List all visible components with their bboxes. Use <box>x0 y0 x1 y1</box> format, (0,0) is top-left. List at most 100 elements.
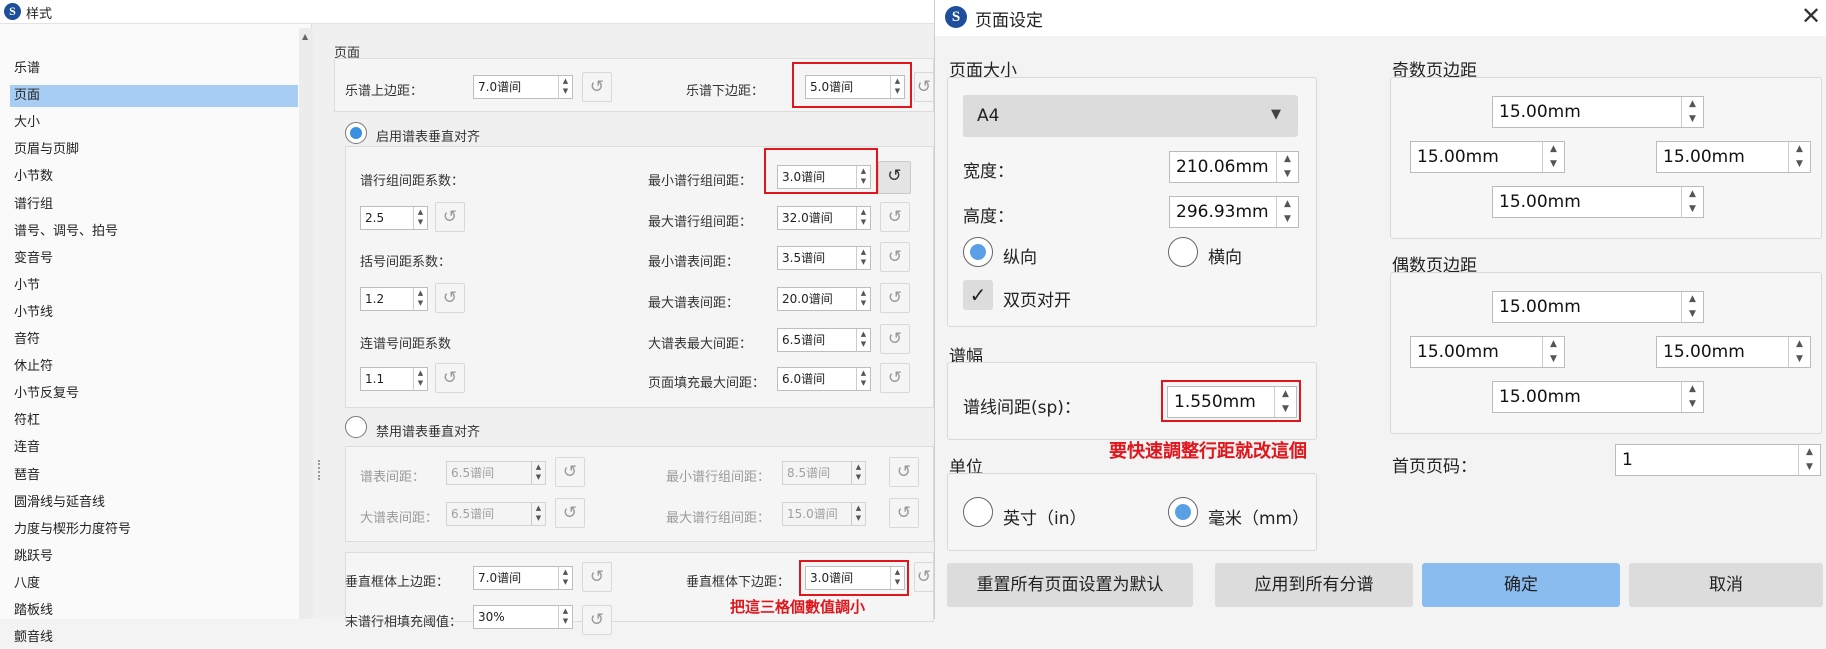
max-sys-dist-spinbox[interactable]: 32.0谱间 ▲ ▼ <box>777 206 871 230</box>
reset-icon[interactable]: ↺ <box>878 161 911 194</box>
sidebar-scrollbar[interactable]: ▲ <box>299 28 313 619</box>
even-top-spinbox[interactable]: 15.00mm ▲ ▼ <box>1492 291 1704 323</box>
spin-arrows-icon[interactable]: ▲ ▼ <box>558 606 572 628</box>
paper-size-select[interactable]: A4 ▼ <box>963 95 1298 137</box>
last-row-spinbox[interactable]: 30% ▲ ▼ <box>473 605 573 629</box>
d-min-sys-spinbox[interactable]: 8.5谱间 ▲ ▼ <box>782 461 866 485</box>
sidebar-item[interactable]: 力度与楔形力度符号 <box>10 519 298 541</box>
spin-arrows-icon[interactable]: ▲ ▼ <box>1681 382 1703 412</box>
spin-arrows-icon[interactable]: ▲ ▼ <box>1542 337 1564 367</box>
scroll-up-icon[interactable]: ▲ <box>302 32 308 41</box>
reset-icon[interactable]: ↺ <box>914 72 934 102</box>
reset-all-button[interactable]: 重置所有页面设置为默认 <box>947 563 1193 607</box>
odd-top-spinbox[interactable]: 15.00mm ▲ ▼ <box>1492 96 1704 128</box>
reset-icon[interactable]: ↺ <box>914 562 934 592</box>
reset-icon[interactable]: ↺ <box>582 562 612 592</box>
top-margin-spinbox[interactable]: 7.0谱间 ▲ ▼ <box>473 75 573 99</box>
reset-icon[interactable]: ↺ <box>880 242 910 272</box>
reset-icon[interactable]: ↺ <box>435 202 465 232</box>
sidebar-item[interactable]: 变音号 <box>10 248 298 270</box>
apply-all-parts-button[interactable]: 应用到所有分谱 <box>1215 563 1413 607</box>
spin-arrows-icon[interactable]: ▲ ▼ <box>531 462 545 484</box>
spin-arrows-icon[interactable]: ▲ ▼ <box>1788 337 1810 367</box>
spin-arrows-icon[interactable]: ▲ ▼ <box>856 207 870 229</box>
spin-arrows-icon[interactable]: ▲ ▼ <box>856 247 870 269</box>
portrait-radio[interactable] <box>963 237 993 267</box>
spin-arrows-icon[interactable]: ▲ ▼ <box>1788 142 1810 172</box>
spin-arrows-icon[interactable]: ▲ ▼ <box>1798 445 1820 475</box>
sys-dist-factor-spinbox[interactable]: 2.5 ▲ ▼ <box>360 206 428 230</box>
sidebar-item[interactable]: 符杠 <box>10 410 298 432</box>
spin-arrows-icon[interactable]: ▲ ▼ <box>558 76 572 98</box>
spin-arrows-icon[interactable]: ▲ ▼ <box>1542 142 1564 172</box>
close-icon[interactable]: ✕ <box>1801 2 1821 30</box>
ok-button[interactable]: 确定 <box>1422 563 1620 607</box>
reset-icon[interactable]: ↺ <box>582 605 612 635</box>
splitter-handle[interactable] <box>318 460 322 480</box>
spin-arrows-icon[interactable]: ▲ ▼ <box>413 207 427 229</box>
spin-arrows-icon[interactable]: ▲ ▼ <box>558 567 572 589</box>
cancel-button[interactable]: 取消 <box>1629 563 1823 607</box>
sidebar-item[interactable]: 大小 <box>10 112 298 134</box>
spin-arrows-icon[interactable]: ▲ ▼ <box>413 288 427 310</box>
sidebar-item[interactable]: 跳跃号 <box>10 546 298 568</box>
sidebar-item[interactable]: 谱行组 <box>10 194 298 216</box>
sidebar-item[interactable]: 谱号、调号、拍号 <box>10 221 298 243</box>
reset-icon[interactable]: ↺ <box>880 283 910 313</box>
spin-arrows-icon[interactable]: ▲ ▼ <box>1276 197 1298 227</box>
even-bottom-spinbox[interactable]: 15.00mm ▲ ▼ <box>1492 381 1704 413</box>
checkmark-icon[interactable]: ✓ <box>963 280 993 310</box>
even-right-spinbox[interactable]: 15.00mm ▲ ▼ <box>1656 336 1811 368</box>
sidebar-item[interactable]: 乐谱 <box>10 58 298 80</box>
max-staff-dist-spinbox[interactable]: 20.0谱间 ▲ ▼ <box>777 287 871 311</box>
sidebar-item[interactable]: 小节 <box>10 275 298 297</box>
spin-arrows-icon[interactable]: ▲ ▼ <box>856 288 870 310</box>
width-spinbox[interactable]: 210.06mm ▲ ▼ <box>1169 151 1299 183</box>
spin-arrows-icon[interactable]: ▲ ▼ <box>1681 97 1703 127</box>
spin-arrows-icon[interactable]: ▲ ▼ <box>856 368 870 390</box>
d-max-sys-spinbox[interactable]: 15.0谱间 ▲ ▼ <box>782 502 866 526</box>
spin-arrows-icon[interactable]: ▲ ▼ <box>851 462 865 484</box>
enable-vjust-radio[interactable] <box>345 122 367 144</box>
mm-radio[interactable] <box>1168 497 1198 527</box>
sidebar-item[interactable]: 圆滑线与延音线 <box>10 492 298 514</box>
sidebar-item[interactable]: 小节反复号 <box>10 383 298 405</box>
sidebar-item[interactable]: 连音 <box>10 437 298 459</box>
sidebar-item[interactable]: 颤音线 <box>10 627 298 649</box>
spin-arrows-icon[interactable]: ▲ ▼ <box>856 329 870 351</box>
sidebar-item[interactable]: 休止符 <box>10 356 298 378</box>
sidebar-item[interactable]: 八度 <box>10 573 298 595</box>
reset-icon[interactable]: ↺ <box>435 363 465 393</box>
even-left-spinbox[interactable]: 15.00mm ▲ ▼ <box>1410 336 1565 368</box>
max-brace-dist-spinbox[interactable]: 6.5谱间 ▲ ▼ <box>777 328 871 352</box>
reset-icon[interactable]: ↺ <box>880 202 910 232</box>
spin-arrows-icon[interactable]: ▲ ▼ <box>851 503 865 525</box>
reset-icon[interactable]: ↺ <box>555 498 585 528</box>
inch-radio[interactable] <box>963 497 993 527</box>
brace-factor-spinbox[interactable]: 1.1 ▲ ▼ <box>360 367 428 391</box>
bracket-factor-spinbox[interactable]: 1.2 ▲ ▼ <box>360 287 428 311</box>
sidebar-item[interactable]: 页眉与页脚 <box>10 139 298 161</box>
sidebar-item[interactable]: 音符 <box>10 329 298 351</box>
reset-icon[interactable]: ↺ <box>555 457 585 487</box>
reset-icon[interactable]: ↺ <box>582 72 612 102</box>
vframe-top-spinbox[interactable]: 7.0谱间 ▲ ▼ <box>473 566 573 590</box>
spin-arrows-icon[interactable]: ▲ ▼ <box>531 503 545 525</box>
disable-vjust-radio[interactable] <box>345 416 367 438</box>
reset-icon[interactable]: ↺ <box>435 283 465 313</box>
height-spinbox[interactable]: 296.93mm ▲ ▼ <box>1169 196 1299 228</box>
spin-arrows-icon[interactable]: ▲ ▼ <box>1276 152 1298 182</box>
first-page-spinbox[interactable]: 1 ▲ ▼ <box>1615 444 1821 476</box>
reset-icon[interactable]: ↺ <box>880 324 910 354</box>
odd-right-spinbox[interactable]: 15.00mm ▲ ▼ <box>1656 141 1811 173</box>
spin-arrows-icon[interactable]: ▲ ▼ <box>1681 187 1703 217</box>
spin-arrows-icon[interactable]: ▲ ▼ <box>1681 292 1703 322</box>
min-staff-dist-spinbox[interactable]: 3.5谱间 ▲ ▼ <box>777 246 871 270</box>
landscape-radio[interactable] <box>1168 237 1198 267</box>
staff-dist-spinbox[interactable]: 6.5谱间 ▲ ▼ <box>446 461 546 485</box>
reset-icon[interactable]: ↺ <box>889 498 919 528</box>
reset-icon[interactable]: ↺ <box>880 363 910 393</box>
sidebar-item[interactable]: 小节线 <box>10 302 298 324</box>
sidebar-item[interactable]: 琶音 <box>10 465 298 487</box>
odd-left-spinbox[interactable]: 15.00mm ▲ ▼ <box>1410 141 1565 173</box>
